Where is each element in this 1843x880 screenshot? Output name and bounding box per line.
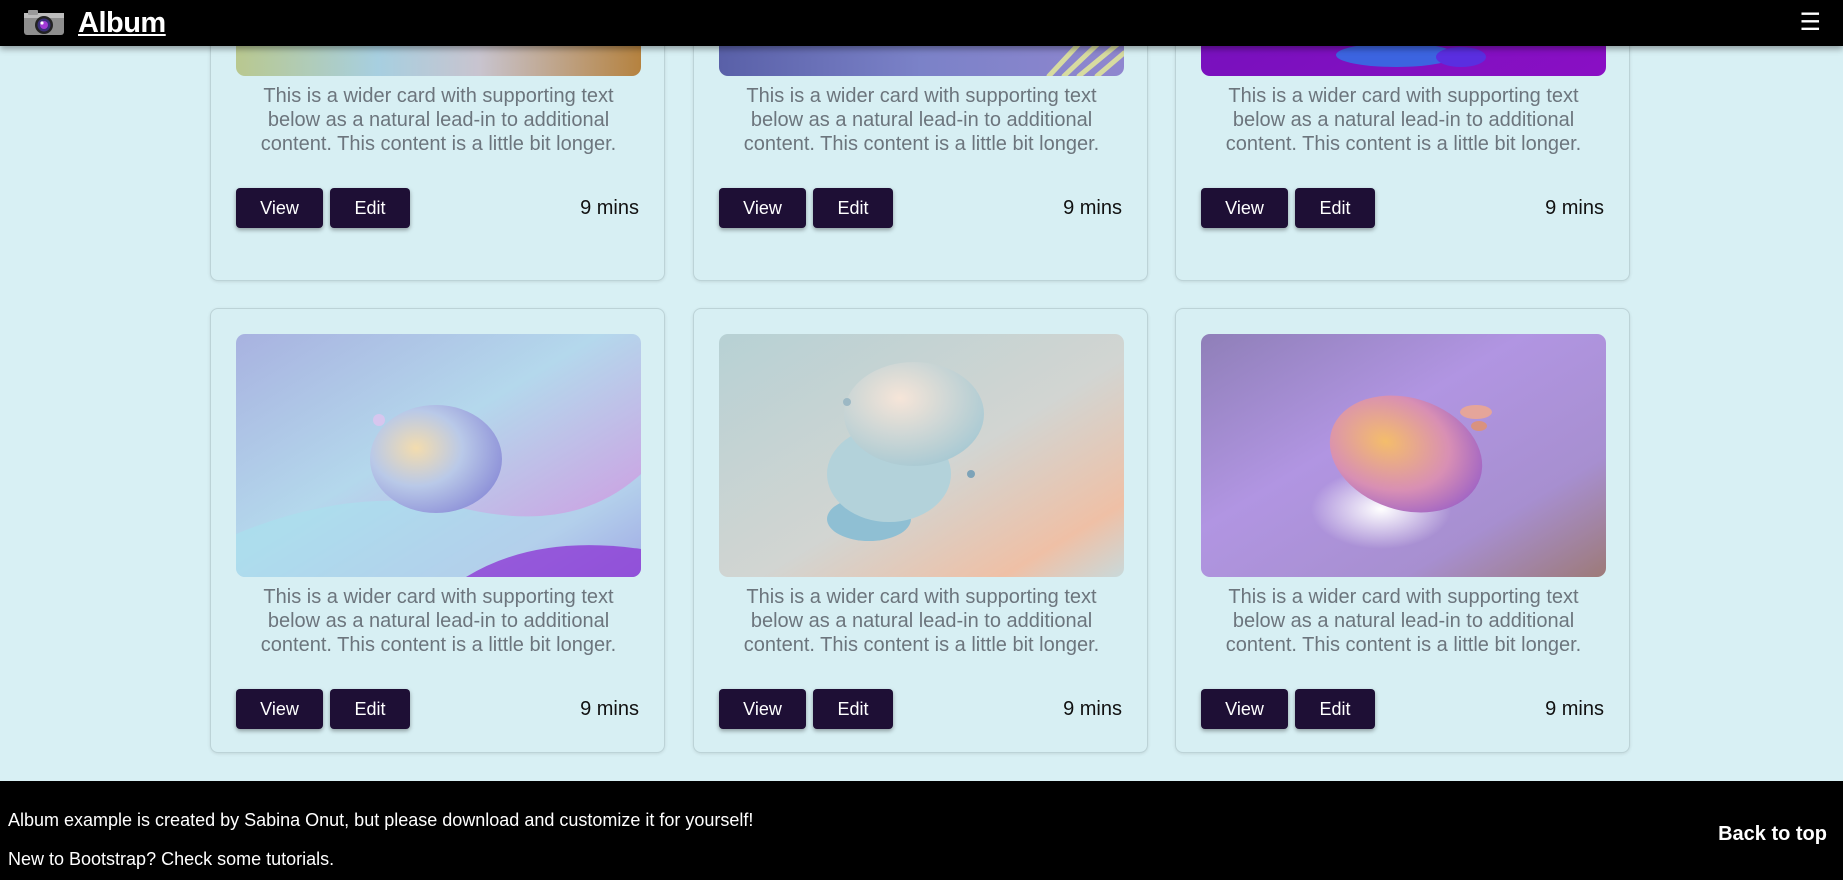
hamburger-menu-icon[interactable]: ☰ — [1799, 9, 1821, 37]
card-thumbnail — [719, 334, 1124, 577]
edit-button[interactable]: Edit — [330, 188, 410, 228]
read-time: 9 mins — [580, 698, 639, 720]
card-description: This is a wider card with supporting tex… — [743, 586, 1100, 656]
view-button[interactable]: View — [236, 188, 323, 228]
back-to-top-link[interactable]: Back to top — [1718, 823, 1827, 846]
card-description: This is a wider card with supporting tex… — [1225, 85, 1582, 155]
read-time: 9 mins — [1063, 197, 1122, 219]
album-card-grid: This is a wider card with supporting tex… — [0, 0, 1843, 781]
edit-button[interactable]: Edit — [813, 188, 893, 228]
album-card: This is a wider card with supporting tex… — [210, 308, 665, 753]
edit-button[interactable]: Edit — [813, 689, 893, 729]
card-thumbnail — [1201, 334, 1606, 577]
view-button[interactable]: View — [1201, 689, 1288, 729]
brand-title: Album — [78, 6, 166, 39]
read-time: 9 mins — [1063, 698, 1122, 720]
page-footer: Album example is created by Sabina Onut,… — [0, 781, 1843, 880]
card-description: This is a wider card with supporting tex… — [1225, 586, 1582, 656]
top-navbar: Album ☰ — [0, 0, 1843, 46]
card-description: This is a wider card with supporting tex… — [743, 85, 1100, 155]
brand-link[interactable]: Album — [24, 5, 166, 41]
card-thumbnail — [236, 334, 641, 577]
read-time: 9 mins — [580, 197, 639, 219]
card-description: This is a wider card with supporting tex… — [260, 85, 617, 155]
view-button[interactable]: View — [236, 689, 323, 729]
read-time: 9 mins — [1545, 698, 1604, 720]
album-card: This is a wider card with supporting tex… — [1175, 308, 1630, 753]
edit-button[interactable]: Edit — [1295, 689, 1375, 729]
edit-button[interactable]: Edit — [1295, 188, 1375, 228]
view-button[interactable]: View — [719, 689, 806, 729]
view-button[interactable]: View — [719, 188, 806, 228]
card-description: This is a wider card with supporting tex… — [260, 586, 617, 656]
album-card: This is a wider card with supporting tex… — [693, 308, 1148, 753]
footer-credit-text: Album example is created by Sabina Onut,… — [8, 810, 754, 830]
footer-tutorials-text: New to Bootstrap? Check some tutorials. — [8, 849, 335, 869]
view-button[interactable]: View — [1201, 188, 1288, 228]
camera-icon — [24, 10, 64, 35]
read-time: 9 mins — [1545, 197, 1604, 219]
edit-button[interactable]: Edit — [330, 689, 410, 729]
